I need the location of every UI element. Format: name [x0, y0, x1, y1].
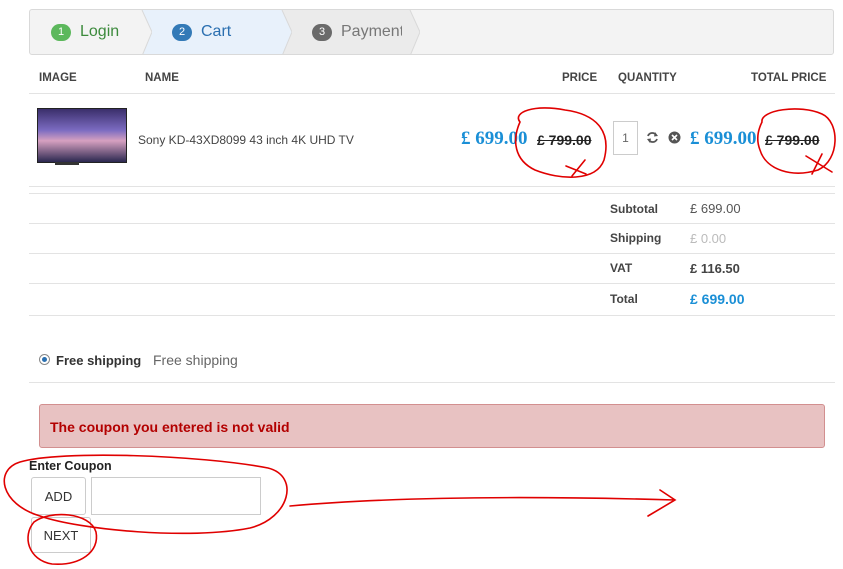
divider [29, 93, 835, 94]
divider [29, 382, 835, 383]
unit-price: £ 699.00 [461, 128, 528, 149]
total-price-original: £ 799.00 [765, 132, 820, 148]
shipping-option-description: Free shipping [153, 352, 238, 368]
product-name[interactable]: Sony KD-43XD8099 43 inch 4K UHD TV [138, 133, 354, 147]
step-cart[interactable]: 2 Cart [142, 10, 282, 54]
subtotal-value: £ 699.00 [690, 201, 741, 216]
coupon-label: Enter Coupon [29, 459, 112, 473]
divider [29, 283, 835, 284]
step-label: Cart [201, 23, 232, 40]
shipping-option-name[interactable]: Free shipping [56, 353, 141, 368]
divider [29, 223, 835, 224]
total-label: Total [610, 292, 638, 306]
vat-value: £ 116.50 [690, 261, 740, 276]
total-value: £ 699.00 [690, 291, 745, 307]
divider [29, 315, 835, 316]
step-label: Payment [341, 23, 405, 40]
unit-price-original: £ 799.00 [537, 132, 592, 148]
coupon-input[interactable] [91, 477, 261, 515]
header-price: PRICE [562, 72, 598, 84]
shipping-radio[interactable] [39, 354, 50, 365]
header-name: NAME [145, 72, 179, 84]
step-separator [134, 10, 152, 54]
alert-message: The coupon you entered is not valid [50, 419, 290, 435]
header-quantity: QUANTITY [618, 72, 677, 84]
step-separator [402, 10, 420, 54]
remove-icon[interactable] [668, 131, 681, 144]
annotation-cross [805, 153, 833, 175]
step-payment[interactable]: 3 Payment [282, 10, 410, 54]
step-number: 1 [51, 23, 71, 41]
divider [29, 186, 835, 187]
refresh-icon[interactable] [646, 131, 659, 144]
product-image[interactable] [37, 108, 127, 163]
coupon-error-alert: The coupon you entered is not valid [39, 404, 825, 448]
step-login[interactable]: 1 Login [30, 10, 142, 54]
step-number: 2 [172, 23, 192, 41]
step-separator [274, 10, 292, 54]
annotation-cross [565, 159, 587, 177]
checkout-steps: 1 Login 2 Cart 3 Payment [29, 9, 834, 55]
step-number: 3 [312, 23, 332, 41]
divider [29, 253, 835, 254]
add-coupon-button[interactable]: ADD [31, 477, 86, 515]
shipping-label: Shipping [610, 231, 662, 245]
step-label: Login [80, 23, 120, 40]
subtotal-label: Subtotal [610, 202, 658, 216]
total-price: £ 699.00 [690, 128, 757, 149]
vat-label: VAT [610, 261, 633, 275]
annotation-arrow [289, 489, 677, 517]
quantity-input[interactable]: 1 [613, 121, 638, 155]
product-image-stand [55, 162, 79, 165]
header-total-price: TOTAL PRICE [751, 72, 827, 84]
shipping-value: £ 0.00 [690, 231, 727, 246]
header-image: IMAGE [39, 72, 77, 84]
next-button[interactable]: NEXT [31, 517, 91, 553]
divider [29, 193, 835, 194]
